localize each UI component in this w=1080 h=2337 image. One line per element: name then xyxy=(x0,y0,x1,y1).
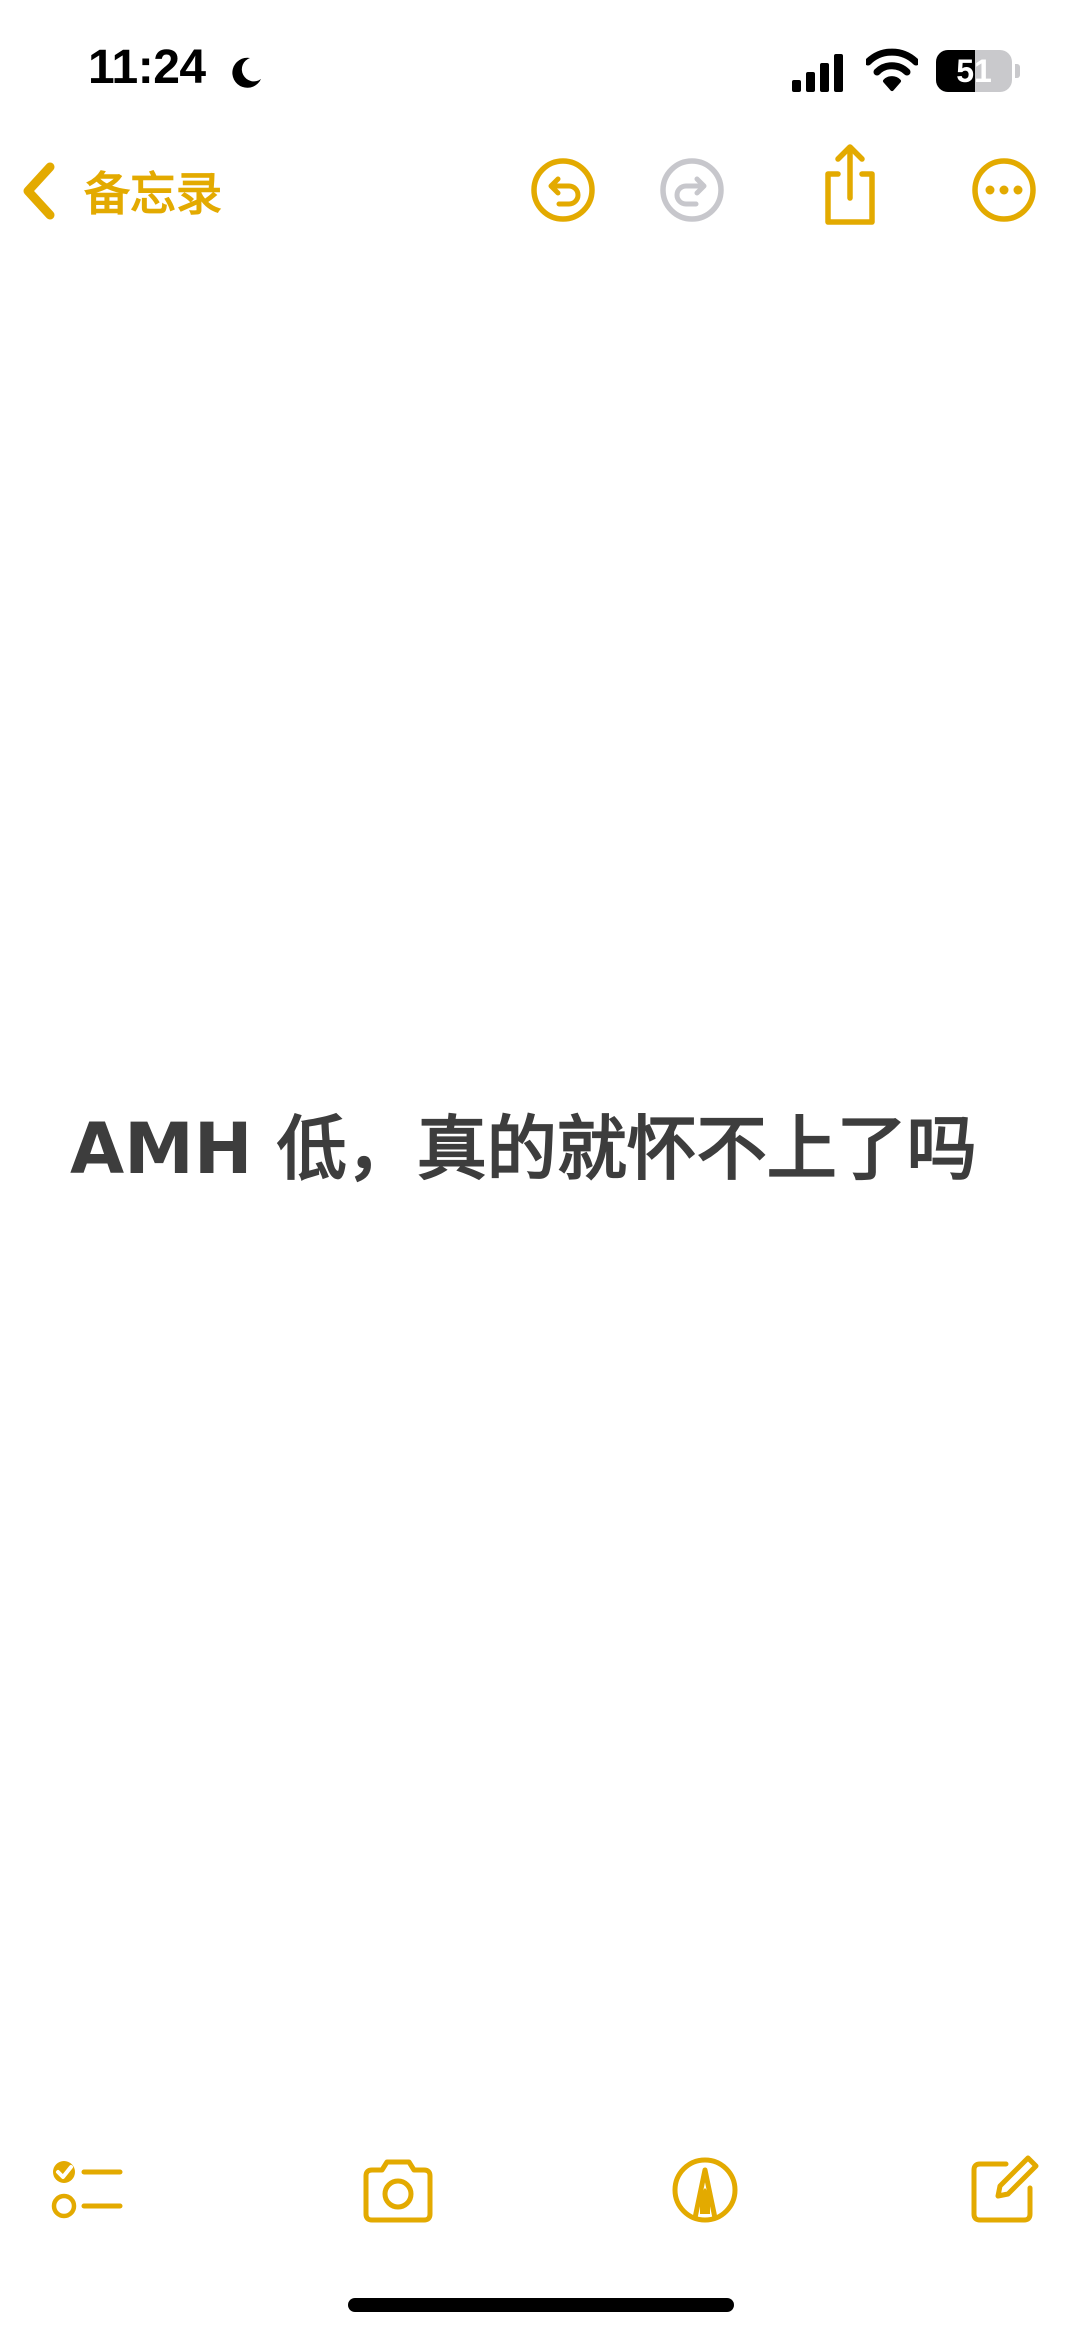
bottom-toolbar xyxy=(0,2130,1080,2250)
camera-icon[interactable] xyxy=(356,2148,440,2232)
redo-icon[interactable] xyxy=(654,152,730,228)
navigation-bar: 备忘录 xyxy=(0,140,1080,240)
cellular-signal-icon xyxy=(792,54,843,92)
note-content[interactable]: AMH 低，真的就怀不上了吗 xyxy=(70,1098,1010,1200)
checklist-icon[interactable] xyxy=(44,2148,128,2232)
home-indicator[interactable] xyxy=(348,2298,734,2312)
status-time: 11:24 xyxy=(88,41,206,94)
status-bar: 11:24 51 xyxy=(0,0,1080,140)
battery-level: 51 xyxy=(956,53,992,89)
moon-icon xyxy=(232,57,261,88)
compose-icon[interactable] xyxy=(962,2148,1046,2232)
wifi-icon xyxy=(866,48,918,91)
back-button[interactable]: 备忘录 xyxy=(20,156,222,226)
markup-icon[interactable] xyxy=(663,2148,747,2232)
undo-icon[interactable] xyxy=(525,152,601,228)
battery-nub xyxy=(1015,64,1020,78)
battery-body: 51 xyxy=(936,50,1012,92)
note-text[interactable]: AMH 低，真的就怀不上了吗 xyxy=(70,1098,1010,1200)
chevron-left-icon xyxy=(23,162,55,220)
battery-icon: 51 xyxy=(936,50,1022,92)
more-icon[interactable] xyxy=(966,152,1042,228)
back-label: 备忘录 xyxy=(84,167,222,221)
share-icon[interactable] xyxy=(812,142,888,228)
